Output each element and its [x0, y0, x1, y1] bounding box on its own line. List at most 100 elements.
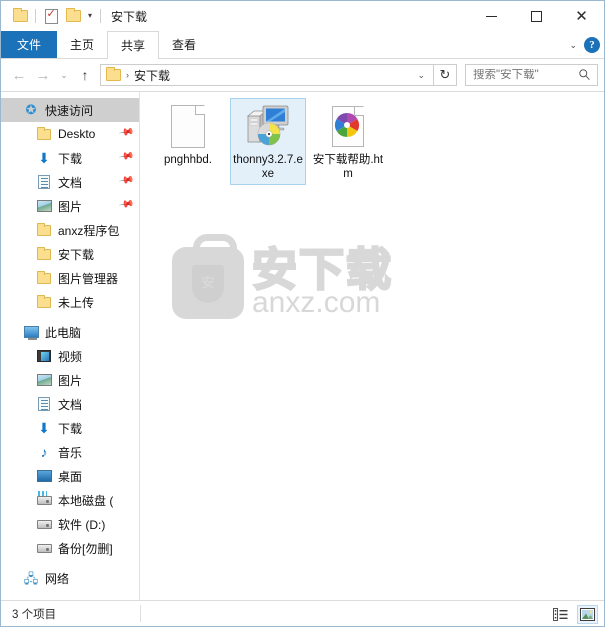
document-icon	[36, 174, 52, 190]
status-bar: 3 个项目	[1, 600, 604, 626]
sidebar-item-label: 文档	[58, 397, 83, 412]
installer-exe-icon	[244, 102, 292, 150]
blank-page-icon	[164, 102, 212, 150]
breadcrumb-separator: ›	[126, 70, 129, 80]
watermark-shield-icon: 安	[192, 265, 224, 303]
file-name-label: 安下载帮助.htm	[312, 154, 384, 180]
file-name-label: thonny3.2.7.exe	[233, 154, 303, 180]
search-icon	[579, 69, 590, 81]
file-item-thonny-exe[interactable]: thonny3.2.7.exe	[230, 98, 306, 185]
sidebar-item-label: 安下载	[58, 247, 95, 262]
sidebar-item-this-pc[interactable]: 此电脑	[1, 320, 139, 344]
refresh-button[interactable]: ↻	[434, 64, 457, 86]
help-icon[interactable]: ?	[584, 37, 600, 53]
music-note-icon: ♪	[40, 444, 48, 460]
sidebar-item-anxiazai[interactable]: 安下载	[1, 242, 139, 266]
search-box[interactable]	[465, 64, 598, 86]
file-list-pane[interactable]: pnghhbd. thonny3.2.7.exe 安下载帮助.htm 安 安下载…	[140, 92, 604, 600]
sidebar-item-pictures-pc[interactable]: 图片	[1, 368, 139, 392]
sidebar-item-documents[interactable]: 文档 📌	[1, 170, 139, 194]
breadcrumb[interactable]: › 安下载 ⌄	[100, 64, 434, 86]
tab-file[interactable]: 文件	[1, 31, 58, 58]
sidebar-item-downloads-pc[interactable]: ⬇ 下载	[1, 416, 139, 440]
sidebar-item-network[interactable]: 🖧 网络	[1, 566, 139, 590]
sidebar-item-label: 备份[勿删]	[58, 541, 113, 556]
details-view-button[interactable]	[550, 605, 571, 624]
sidebar-item-label: 图片管理器	[58, 271, 119, 286]
sidebar-item-label: 网络	[45, 571, 70, 586]
chevron-down-icon[interactable]: ⌄	[569, 40, 577, 51]
window-title: 安下载	[111, 9, 148, 24]
file-item-help-htm[interactable]: 安下载帮助.htm	[310, 98, 386, 185]
toolbar-divider-2	[100, 9, 102, 23]
file-item-pnghhbd[interactable]: pnghhbd.	[150, 98, 226, 185]
navigation-pane: ✪ 快速访问 Deskto 📌 ⬇ 下载 📌 文档 📌 图片 📌 anxz程序包…	[1, 92, 140, 600]
sidebar-item-anxz-package[interactable]: anxz程序包	[1, 218, 139, 242]
sidebar-item-videos[interactable]: 视频	[1, 344, 139, 368]
sidebar-item-desktop-pc[interactable]: 桌面	[1, 464, 139, 488]
network-icon: 🖧	[23, 570, 39, 586]
sidebar-item-drive-d[interactable]: 软件 (D:)	[1, 512, 139, 536]
pin-icon[interactable]: 📌	[118, 148, 135, 164]
watermark-domain: anxz.com	[252, 286, 381, 319]
sidebar-item-label: 本地磁盘 (	[58, 493, 114, 508]
minimize-button[interactable]	[469, 1, 514, 31]
status-divider	[140, 605, 141, 622]
quick-access-toolbar: ▾ 安下载	[1, 5, 147, 27]
sidebar-item-backup-drive[interactable]: 备份[勿删]	[1, 536, 139, 560]
tab-home[interactable]: 主页	[57, 31, 107, 58]
pin-icon[interactable]: 📌	[118, 172, 135, 188]
sidebar-item-picture-manager[interactable]: 图片管理器	[1, 266, 139, 290]
address-bar: ← → ⌄ ↑ › 安下载 ⌄ ↻	[1, 59, 604, 91]
new-folder-icon[interactable]	[62, 5, 84, 27]
tab-view[interactable]: 查看	[159, 31, 209, 58]
sidebar-item-documents-pc[interactable]: 文档	[1, 392, 139, 416]
html-chrome-icon	[324, 102, 372, 150]
pictures-icon	[36, 198, 52, 214]
large-icons-view-button[interactable]	[577, 604, 598, 624]
customize-quick-access-caret[interactable]: ▾	[84, 12, 96, 20]
sidebar-item-downloads[interactable]: ⬇ 下载 📌	[1, 146, 139, 170]
sidebar-item-quick-access[interactable]: ✪ 快速访问	[1, 98, 139, 122]
watermark-bag-icon: 安	[172, 234, 244, 319]
file-explorer-window: ▾ 安下载 ✕ 文件 主页 共享 查看 ⌄ ? ← → ⌄ ↑ › 安下载 ⌄	[0, 0, 605, 627]
sidebar-item-music[interactable]: ♪ 音乐	[1, 440, 139, 464]
pin-icon[interactable]: 📌	[118, 124, 135, 140]
watermark-brand-cn: 安下载	[251, 243, 394, 296]
sidebar-item-label: 文档	[58, 175, 83, 190]
sidebar-item-desktop[interactable]: Deskto 📌	[1, 122, 139, 146]
folder-icon[interactable]	[9, 5, 31, 27]
chevron-down-icon[interactable]: ⌄	[409, 70, 433, 81]
videos-icon	[36, 348, 52, 364]
sidebar-item-label: 快速访问	[45, 103, 94, 118]
window-controls: ✕	[469, 1, 604, 31]
forward-button[interactable]: →	[31, 62, 55, 88]
tab-share[interactable]: 共享	[107, 31, 160, 59]
breadcrumb-current-path[interactable]: 安下载	[134, 67, 170, 84]
watermark-badge-char: 安	[201, 275, 215, 290]
ribbon-right-controls: ⌄ ?	[569, 31, 600, 59]
system-drive-icon	[36, 490, 52, 508]
maximize-button[interactable]	[514, 1, 559, 31]
recent-locations-button[interactable]: ⌄	[55, 62, 73, 88]
sidebar-item-label: 下载	[58, 151, 83, 166]
sidebar-item-local-disk-c[interactable]: 本地磁盘 (	[1, 488, 139, 512]
back-button[interactable]: ←	[7, 62, 31, 88]
download-arrow-icon: ⬇	[38, 420, 50, 436]
close-button[interactable]: ✕	[559, 1, 604, 31]
sidebar-item-pictures[interactable]: 图片 📌	[1, 194, 139, 218]
drive-icon	[36, 516, 52, 532]
folder-icon	[36, 270, 52, 286]
properties-icon[interactable]	[40, 5, 62, 27]
watermark-logo: 安 安下载 anxz.com	[172, 234, 394, 319]
desktop-icon	[36, 468, 52, 484]
up-button[interactable]: ↑	[73, 62, 97, 88]
pin-icon[interactable]: 📌	[118, 196, 135, 212]
item-count-label: 3 个项目	[12, 608, 57, 621]
explorer-body: ✪ 快速访问 Deskto 📌 ⬇ 下载 📌 文档 📌 图片 📌 anxz程序包…	[1, 91, 604, 600]
sidebar-item-label: 软件 (D:)	[58, 517, 106, 532]
sidebar-item-label: Deskto	[58, 127, 96, 141]
pictures-icon	[36, 372, 52, 388]
sidebar-item-not-uploaded[interactable]: 未上传	[1, 290, 139, 314]
ribbon-tab-bar: 文件 主页 共享 查看 ⌄ ?	[1, 31, 604, 59]
